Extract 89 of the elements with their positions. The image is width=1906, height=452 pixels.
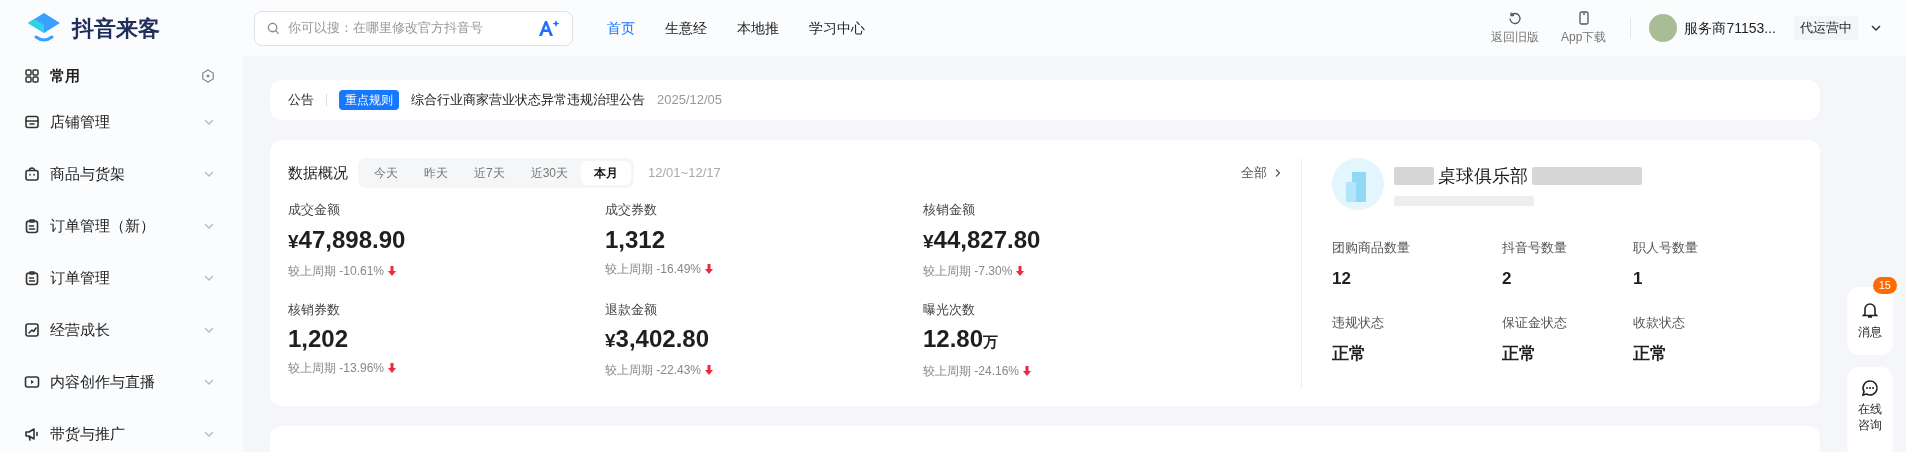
metric-label: 退款金额 [605, 300, 658, 319]
sidebar-item[interactable]: 订单管理 [0, 260, 243, 296]
metric-label: 曝光次数 [923, 300, 976, 319]
account-name[interactable]: 服务商71153... [1684, 17, 1776, 39]
chart-icon [24, 322, 40, 338]
arrow-down-icon [388, 265, 397, 276]
metric-value: 12.80万 [923, 324, 1000, 354]
sidebar-section-title[interactable]: 常用 [50, 64, 191, 88]
metric-value: ¥3,402.80 [605, 324, 710, 354]
period-tab[interactable]: 昨天 [411, 161, 461, 185]
chat-icon [1861, 379, 1879, 397]
arrow-down-icon [1023, 366, 1032, 376]
phone-icon [1576, 10, 1591, 25]
stat-value: 正常 [1502, 342, 1537, 365]
shop-avatar [1332, 158, 1384, 210]
store-icon [24, 114, 40, 130]
notification-badge: 15 [1872, 277, 1897, 294]
stat-value: 正常 [1633, 342, 1668, 365]
metric-label: 成交金额 [288, 201, 341, 219]
arrow-down-icon [705, 263, 714, 274]
stat-label: 保证金状态 [1502, 314, 1568, 332]
metric-value: ¥47,898.90 [288, 224, 407, 255]
ai-icon[interactable] [538, 19, 560, 37]
chevron-right-icon [1273, 168, 1283, 178]
brand-name: 抖音来客 [72, 14, 160, 43]
metric-label: 核销金额 [923, 201, 976, 219]
metric-value: 1,312 [605, 224, 667, 255]
header-action-button[interactable]: App下载 [1555, 10, 1613, 46]
section-title: 数据概况 [288, 162, 348, 183]
settings-icon[interactable] [201, 69, 215, 83]
sidebar-item[interactable]: 店铺管理 [0, 104, 243, 140]
period-tab[interactable]: 近30天 [517, 161, 582, 185]
metric-compare: 较上周期 -16.49% [605, 260, 702, 278]
nav-tab[interactable]: 生意经 [655, 17, 717, 39]
arrow-down-icon [705, 365, 714, 375]
all-link[interactable]: 全部 [1241, 163, 1267, 183]
metric-compare: 较上周期 -10.61% [288, 262, 385, 280]
chevron-down-icon[interactable] [1870, 22, 1882, 34]
blurred-text [1394, 167, 1434, 185]
sidebar-item[interactable]: 经营成长 [0, 312, 243, 348]
bell-icon [1861, 301, 1879, 319]
sidebar-item[interactable]: 内容创作与直播 [0, 364, 243, 400]
stat-value: 正常 [1332, 342, 1367, 365]
metric-label: 成交券数 [605, 201, 658, 219]
notice-tag: 重点规则 [339, 90, 399, 110]
arrow-down-icon [1016, 265, 1025, 276]
refresh-icon [1508, 10, 1523, 25]
period-tab[interactable]: 今天 [361, 161, 411, 185]
stat-value: 1 [1633, 267, 1644, 290]
notice-label: 公告 [288, 91, 314, 110]
status-label: 代运营中 [1794, 16, 1858, 40]
play-icon [24, 374, 40, 390]
nav-tab[interactable]: 首页 [597, 17, 645, 39]
stat-label: 抖音号数量 [1502, 239, 1568, 257]
date-range: 12/01~12/17 [648, 164, 721, 183]
metric-compare: 较上周期 -22.43% [605, 362, 702, 379]
bag-icon [24, 166, 40, 182]
period-tab[interactable]: 本月 [581, 161, 632, 185]
clipboard-icon [24, 218, 40, 234]
metric-value: 1,202 [288, 324, 350, 354]
period-tab[interactable]: 近7天 [461, 161, 518, 185]
stat-label: 收款状态 [1633, 314, 1686, 332]
sidebar-item[interactable]: 订单管理（新） [0, 208, 243, 244]
clipboard-icon [24, 270, 40, 286]
search-icon [267, 21, 280, 35]
stat-label: 违规状态 [1332, 314, 1385, 332]
arrow-down-icon [388, 363, 397, 373]
search-field[interactable]: 你可以搜：在哪里修改官方抖音号 [288, 18, 530, 38]
notice-text[interactable]: 综合行业商家营业状态异常违规治理公告 [411, 90, 645, 110]
header-action-button[interactable]: 返回旧版 [1485, 10, 1546, 46]
megaphone-icon [24, 426, 40, 442]
chat-button[interactable]: 在线咨询 [1847, 367, 1893, 452]
nav-tab[interactable]: 学习中心 [799, 17, 875, 39]
metric-label: 核销券数 [288, 300, 341, 319]
stat-value: 12 [1332, 267, 1352, 290]
metric-compare: 较上周期 -24.16% [923, 363, 1020, 380]
stat-value: 2 [1502, 267, 1513, 290]
stat-label: 团购商品数量 [1332, 239, 1411, 257]
metric-value: ¥44,827.80 [923, 224, 1042, 255]
metric-compare: 较上周期 -7.30% [923, 262, 1013, 280]
stat-label: 职人号数量 [1633, 239, 1699, 257]
shop-name: 桌球俱乐部 [1438, 164, 1528, 188]
grid-icon [24, 68, 40, 84]
nav-tab[interactable]: 本地推 [727, 17, 789, 39]
metric-compare: 较上周期 -13.96% [288, 360, 385, 377]
sidebar-item[interactable]: 商品与货架 [0, 156, 243, 192]
sidebar-item[interactable]: 带货与推广 [0, 416, 243, 452]
search-bar[interactable]: 你可以搜：在哪里修改官方抖音号 [254, 10, 573, 46]
notice-date: 2025/12/05 [657, 91, 723, 110]
